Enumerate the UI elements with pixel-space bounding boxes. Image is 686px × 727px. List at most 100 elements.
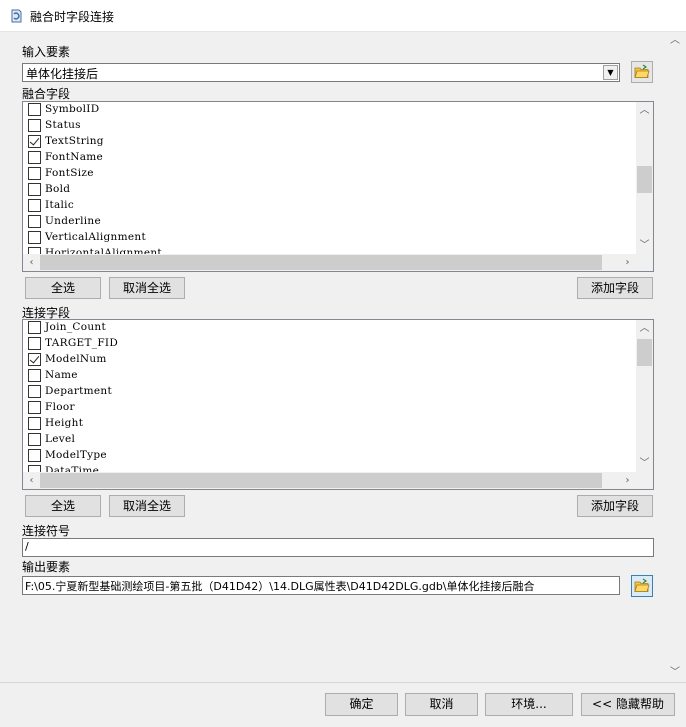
list-item[interactable]: Underline <box>23 214 636 230</box>
environments-button[interactable]: 环境... <box>485 693 573 716</box>
hide-help-button[interactable]: << 隐藏帮助 <box>581 693 675 716</box>
merge-deselect-all-button[interactable]: 取消全选 <box>109 277 185 299</box>
list-item[interactable]: TextString <box>23 134 636 150</box>
list-item[interactable]: ModelNum <box>23 352 636 368</box>
scroll-thumb[interactable] <box>637 339 652 366</box>
field-checkbox[interactable] <box>28 247 41 254</box>
input-features-label: 输入要素 <box>22 45 71 59</box>
join-fields-vertical-scrollbar[interactable]: ︿ ﹀ <box>636 320 653 472</box>
scroll-up-arrow-icon[interactable]: ︿ <box>636 320 653 337</box>
scroll-left-arrow-icon[interactable]: ‹ <box>23 254 40 271</box>
output-features-label: 输出要素 <box>22 560 71 574</box>
list-item[interactable]: FontName <box>23 150 636 166</box>
field-checkbox[interactable] <box>28 183 41 196</box>
list-item[interactable]: TARGET_FID <box>23 336 636 352</box>
list-item[interactable]: Name <box>23 368 636 384</box>
scroll-down-arrow-icon[interactable]: ﹀ <box>636 455 653 472</box>
field-checkbox[interactable] <box>28 167 41 180</box>
join-symbol-value: / <box>25 540 29 553</box>
field-name: FontSize <box>45 167 94 179</box>
field-checkbox[interactable] <box>28 465 41 472</box>
list-item[interactable]: Bold <box>23 182 636 198</box>
field-name: HorizontalAlignment <box>45 247 162 254</box>
scroll-left-arrow-icon[interactable]: ‹ <box>23 472 40 489</box>
list-item[interactable]: Floor <box>23 400 636 416</box>
field-name: VerticalAlignment <box>45 231 146 243</box>
input-features-value: 单体化挂接后 <box>26 67 99 81</box>
list-item[interactable]: SymbolID <box>23 102 636 118</box>
merge-fields-list[interactable]: SymbolID Status TextString FontName FontSize… <box>22 101 654 272</box>
open-folder-icon <box>634 64 650 78</box>
field-checkbox[interactable] <box>28 151 41 164</box>
list-item[interactable]: Level <box>23 432 636 448</box>
merge-fields-vertical-scrollbar[interactable]: ︿ ﹀ <box>636 102 653 254</box>
field-checkbox[interactable] <box>28 417 41 430</box>
join-symbol-label: 连接符号 <box>22 524 71 538</box>
dialog-vertical-scrollbar[interactable]: ︿ ﹀ <box>666 32 684 682</box>
field-checkbox[interactable] <box>28 385 41 398</box>
join-fields-horizontal-scrollbar[interactable]: ‹ › <box>23 472 636 489</box>
cancel-button[interactable]: 取消 <box>405 693 478 716</box>
field-name: TextString <box>45 135 104 147</box>
field-checkbox[interactable] <box>28 433 41 446</box>
dropdown-arrow-icon[interactable]: ▼ <box>603 65 618 80</box>
scroll-thumb[interactable] <box>40 255 602 270</box>
field-checkbox[interactable] <box>28 231 41 244</box>
field-checkbox[interactable] <box>28 449 41 462</box>
join-fields-list[interactable]: Join_Count TARGET_FID ModelNum Name Departme… <box>22 319 654 490</box>
list-item[interactable]: Join_Count <box>23 320 636 336</box>
field-name: Bold <box>45 183 71 195</box>
scroll-thumb[interactable] <box>637 166 652 193</box>
list-item[interactable]: DataTime <box>23 464 636 472</box>
scroll-down-arrow-icon[interactable]: ﹀ <box>636 237 653 254</box>
list-item[interactable]: Status <box>23 118 636 134</box>
field-checkbox[interactable] <box>28 369 41 382</box>
list-item[interactable]: Department <box>23 384 636 400</box>
field-name: TARGET_FID <box>45 337 119 349</box>
scroll-up-arrow-icon[interactable]: ︿ <box>636 102 653 119</box>
input-features-browse-button[interactable] <box>631 61 653 83</box>
output-features-input[interactable]: F:\05.宁夏新型基础测绘项目-第五批（D41D42）\14.DLG属性表\D… <box>22 576 620 595</box>
field-name: SymbolID <box>45 103 100 115</box>
list-item[interactable]: ModelType <box>23 448 636 464</box>
field-checkbox[interactable] <box>28 321 41 334</box>
scroll-up-arrow-icon[interactable]: ︿ <box>666 32 684 50</box>
field-name: Floor <box>45 401 75 413</box>
field-checkbox[interactable] <box>28 401 41 414</box>
join-deselect-all-button[interactable]: 取消全选 <box>109 495 185 517</box>
join-symbol-input[interactable]: / <box>22 538 654 557</box>
field-name: ModelType <box>45 449 107 461</box>
field-checkbox[interactable] <box>28 199 41 212</box>
field-checkbox[interactable] <box>28 353 41 366</box>
field-checkbox[interactable] <box>28 135 41 148</box>
output-features-browse-button[interactable] <box>631 575 653 597</box>
join-fields-label: 连接字段 <box>22 306 71 320</box>
list-item[interactable]: HorizontalAlignment <box>23 246 636 254</box>
list-item[interactable]: VerticalAlignment <box>23 230 636 246</box>
dialog-footer: 确定 取消 环境... << 隐藏帮助 <box>0 682 686 727</box>
python-script-icon <box>9 8 25 24</box>
scroll-thumb[interactable] <box>40 473 602 488</box>
field-checkbox[interactable] <box>28 103 41 116</box>
scroll-right-arrow-icon[interactable]: › <box>619 254 636 271</box>
join-add-field-button[interactable]: 添加字段 <box>577 495 653 517</box>
scroll-right-arrow-icon[interactable]: › <box>619 472 636 489</box>
field-name: Status <box>45 119 81 131</box>
field-name: ModelNum <box>45 353 107 365</box>
title-bar: 融合时字段连接 <box>0 0 686 32</box>
merge-fields-horizontal-scrollbar[interactable]: ‹ › <box>23 254 636 271</box>
input-features-combobox[interactable]: 单体化挂接后 ▼ <box>22 63 620 82</box>
merge-add-field-button[interactable]: 添加字段 <box>577 277 653 299</box>
field-name: DataTime <box>45 465 100 472</box>
field-checkbox[interactable] <box>28 337 41 350</box>
list-item[interactable]: Italic <box>23 198 636 214</box>
merge-select-all-button[interactable]: 全选 <box>25 277 101 299</box>
scroll-down-arrow-icon[interactable]: ﹀ <box>666 664 684 682</box>
field-checkbox[interactable] <box>28 119 41 132</box>
join-select-all-button[interactable]: 全选 <box>25 495 101 517</box>
list-item[interactable]: Height <box>23 416 636 432</box>
list-item[interactable]: FontSize <box>23 166 636 182</box>
field-checkbox[interactable] <box>28 215 41 228</box>
ok-button[interactable]: 确定 <box>325 693 398 716</box>
field-name: Height <box>45 417 84 429</box>
